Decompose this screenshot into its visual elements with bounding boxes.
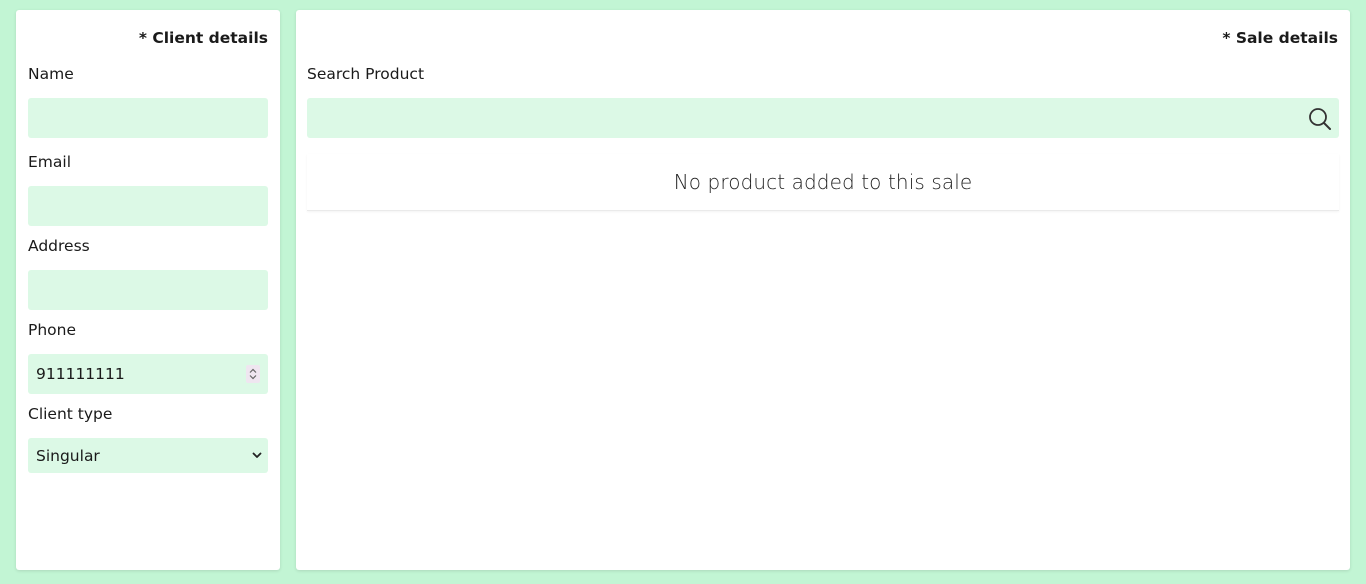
client-details-panel: * Client details Name Email Address Phon… — [16, 10, 280, 570]
search-product-label: Search Product — [307, 65, 425, 83]
phone-field — [28, 354, 268, 394]
client-type-field: Singular — [28, 438, 268, 473]
client-type-label: Client type — [28, 405, 113, 423]
email-label: Email — [28, 153, 72, 171]
search-button[interactable] — [1307, 106, 1333, 132]
email-input[interactable] — [28, 186, 268, 226]
phone-stepper[interactable] — [246, 365, 260, 383]
client-details-title: * Client details — [138, 29, 268, 47]
sale-details-panel: * Sale details Search Product No product… — [296, 10, 1350, 570]
client-type-select[interactable]: Singular — [28, 438, 268, 473]
name-input[interactable] — [28, 98, 268, 138]
sale-products-list: No product added to this sale — [307, 154, 1339, 211]
phone-label: Phone — [28, 321, 77, 339]
search-icon — [1309, 108, 1331, 130]
sale-details-title: * Sale details — [1222, 29, 1338, 47]
stepper-arrows-icon — [249, 368, 257, 380]
empty-products-message: No product added to this sale — [673, 170, 973, 194]
address-input[interactable] — [28, 270, 268, 310]
search-product-input[interactable] — [307, 98, 1297, 138]
search-product-field — [307, 98, 1339, 138]
name-label: Name — [28, 65, 74, 83]
address-label: Address — [28, 237, 90, 255]
phone-input[interactable] — [28, 354, 268, 394]
